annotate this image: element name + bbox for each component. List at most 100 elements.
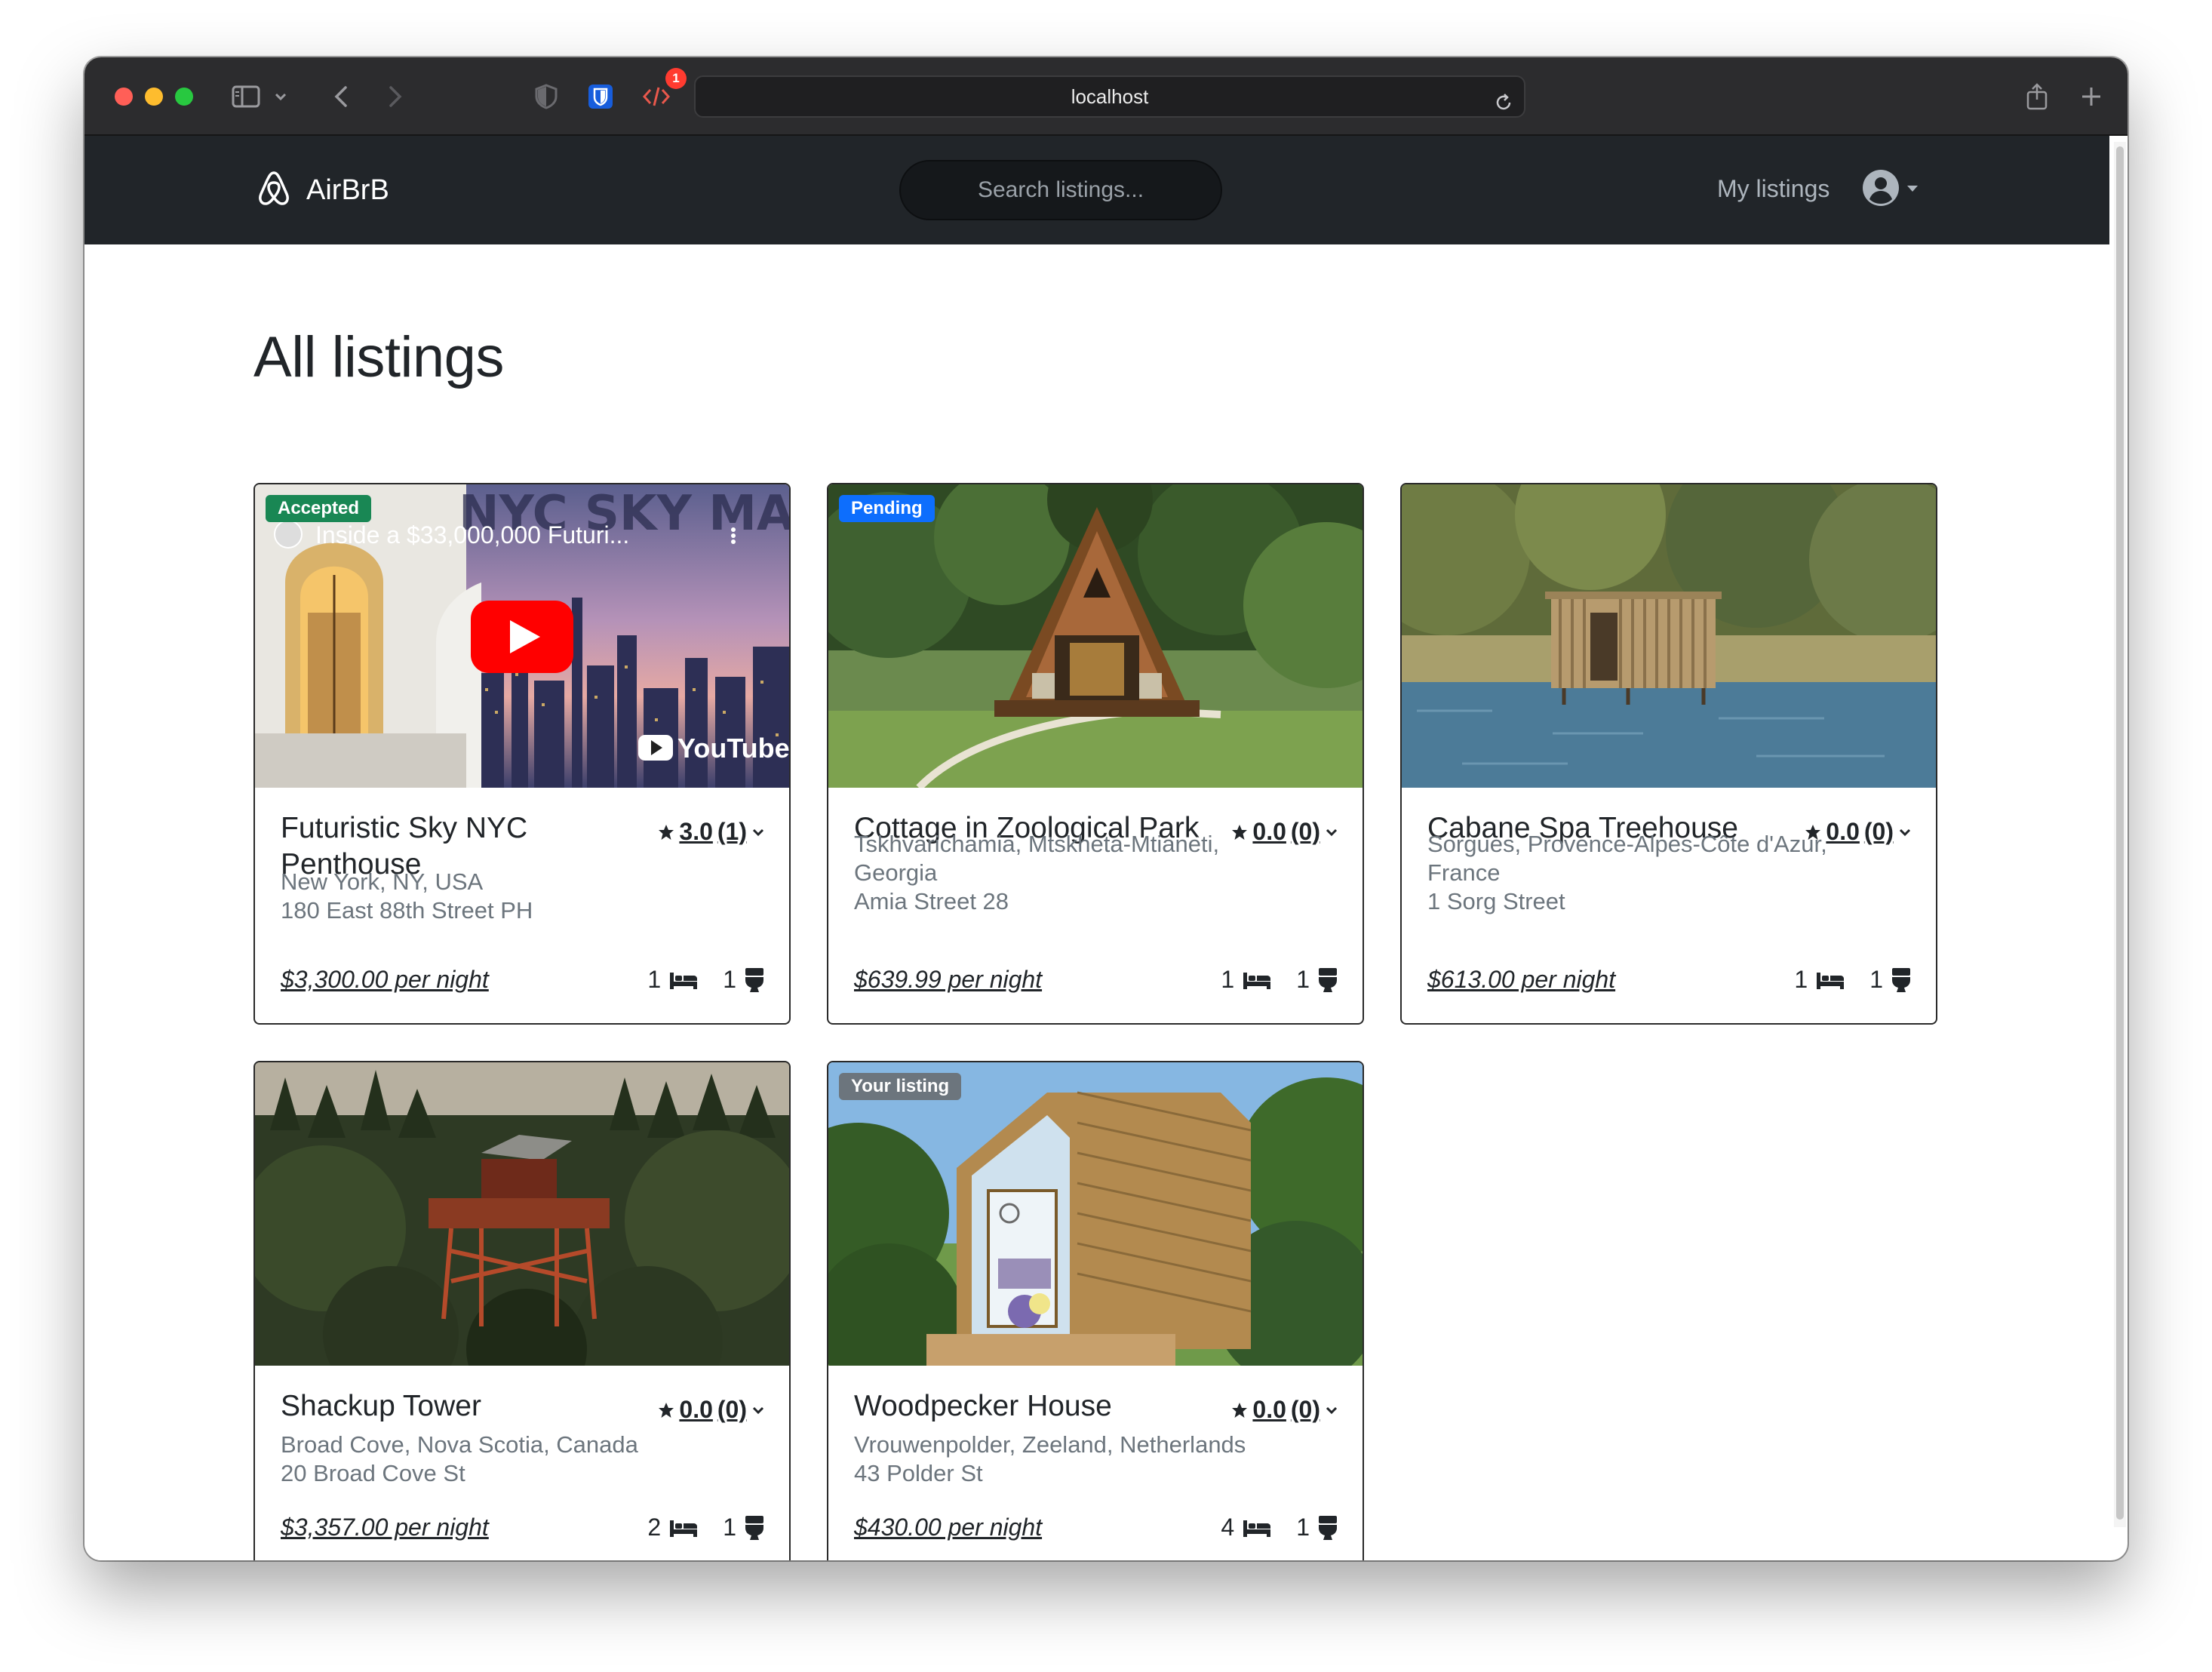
beds-count: 1 — [1221, 966, 1235, 993]
listing-thumbnail[interactable] — [255, 1062, 789, 1366]
rating-value: 0.0 — [679, 1396, 713, 1423]
address-bar[interactable]: localhost — [694, 75, 1525, 118]
listing-title: Woodpecker House — [854, 1390, 1112, 1422]
listing-title: Shackup Tower — [281, 1390, 481, 1422]
forward-arrow-icon[interactable] — [380, 80, 410, 113]
chevron-down-icon — [1899, 828, 1911, 836]
search-input[interactable] — [899, 160, 1222, 220]
listing-card[interactable]: Your listing Woodpecker House 0.0 (0) Vr… — [827, 1061, 1364, 1560]
rating-value: 0.0 — [1252, 1396, 1286, 1423]
privacy-shield-icon[interactable] — [531, 80, 561, 113]
scrollbar-thumb[interactable] — [2116, 146, 2124, 1520]
share-icon[interactable] — [2022, 80, 2052, 113]
zoom-window-button[interactable] — [175, 88, 193, 106]
card-body: Cottage in Zoological Park 0.0 (0) Tskhv… — [854, 788, 1338, 1023]
rating-dropdown[interactable]: 0.0 (0) — [1231, 1396, 1338, 1424]
chevron-down-icon — [1326, 828, 1338, 836]
beds-count: 2 — [647, 1514, 662, 1541]
review-count: (1) — [717, 818, 747, 845]
baths-count: 1 — [723, 966, 736, 993]
back-arrow-icon[interactable] — [326, 80, 356, 113]
card-body: Shackup Tower 0.0 (0) Broad Cove, Nova S… — [281, 1366, 765, 1560]
star-icon — [1232, 824, 1248, 840]
status-badge: Pending — [839, 495, 935, 522]
rating-dropdown[interactable]: 3.0 (1) — [658, 818, 765, 846]
card-body: Futuristic Sky NYC Penthouse 3.0 (1) New… — [281, 788, 765, 1023]
reload-icon[interactable] — [1494, 86, 1513, 125]
browser-window: 1 localhost AirBrB My listings — [84, 57, 2128, 1560]
listing-thumbnail[interactable]: Pending — [828, 484, 1363, 788]
listing-location: Tskhvarichamia, Mtskheta-Mtianeti, — [854, 831, 1220, 857]
page-scrollbar[interactable] — [2114, 142, 2126, 1527]
listing-price[interactable]: $3,300.00 per night — [281, 966, 489, 994]
toilet-icon — [745, 967, 763, 992]
baths-count: 1 — [1296, 1514, 1310, 1541]
beds-count: 4 — [1221, 1514, 1235, 1541]
listing-card[interactable]: NYC SKY MANSION Inside a $33,000,000 Fut… — [253, 483, 791, 1025]
baths-count: 1 — [1869, 966, 1883, 993]
listing-thumbnail[interactable]: Your listing — [828, 1062, 1363, 1366]
status-badge: Your listing — [839, 1073, 962, 1100]
listing-price[interactable]: $3,357.00 per night — [281, 1514, 489, 1541]
bed-icon — [670, 1520, 698, 1537]
chevron-down-icon — [752, 828, 764, 836]
toilet-icon — [745, 1515, 763, 1540]
brand-link[interactable]: AirBrB — [253, 169, 389, 211]
listing-price[interactable]: $430.00 per night — [854, 1514, 1042, 1541]
new-tab-icon[interactable] — [2076, 80, 2106, 113]
review-count: (0) — [717, 1396, 747, 1423]
rating-value: 0.0 — [1826, 818, 1860, 845]
card-body: Cabane Spa Treehouse 0.0 (0) Sorgues, Pr… — [1427, 788, 1912, 1023]
listing-street: 180 East 88th Street PH — [281, 897, 533, 924]
listing-location: Vrouwenpolder, Zeeland, Netherlands — [854, 1431, 1246, 1458]
listing-facilities: 2 1 — [647, 1514, 765, 1541]
toilet-icon — [1892, 967, 1910, 992]
status-badge: Accepted — [266, 495, 372, 522]
chevron-down-icon — [1906, 183, 1919, 197]
page-title: All listings — [253, 325, 504, 389]
listing-card[interactable]: Pending Cottage in Zoological Park 0.0 (… — [827, 483, 1364, 1025]
review-count: (0) — [1863, 818, 1894, 845]
user-circle-icon — [1862, 169, 1900, 211]
listing-video-thumbnail[interactable]: NYC SKY MANSION Inside a $33,000,000 Fut… — [255, 484, 789, 788]
minimize-window-button[interactable] — [145, 88, 163, 106]
listing-location: New York, NY, USA — [281, 868, 484, 895]
url-text: localhost — [1071, 85, 1149, 108]
rating-dropdown[interactable]: 0.0 (0) — [1231, 818, 1338, 846]
star-icon — [659, 824, 674, 840]
sidebar-icon[interactable] — [231, 80, 261, 113]
chevron-down-icon[interactable] — [272, 80, 290, 113]
bed-icon — [1243, 972, 1271, 989]
baths-count: 1 — [1296, 966, 1310, 993]
baths-count: 1 — [723, 1514, 736, 1541]
toilet-icon — [1319, 1515, 1337, 1540]
bed-icon — [670, 972, 698, 989]
listing-card[interactable]: Shackup Tower 0.0 (0) Broad Cove, Nova S… — [253, 1061, 791, 1560]
video-title: Inside a $33,000,000 Futuri... — [315, 521, 629, 549]
page-content: AirBrB My listings All listings — [84, 136, 2109, 1560]
listing-street: Amia Street 28 — [854, 888, 1009, 914]
star-icon — [659, 1402, 674, 1418]
listing-location-country: Georgia — [854, 859, 938, 886]
bed-icon — [1817, 972, 1845, 989]
star-icon — [1232, 1402, 1248, 1418]
rating-dropdown[interactable]: 0.0 (0) — [658, 1396, 765, 1424]
listing-price[interactable]: $613.00 per night — [1427, 966, 1615, 994]
listing-street: 43 Polder St — [854, 1460, 983, 1486]
listing-facilities: 4 1 — [1221, 1514, 1338, 1541]
account-menu-toggle[interactable] — [1862, 169, 1919, 211]
my-listings-link[interactable]: My listings — [1717, 175, 1830, 203]
listing-card[interactable]: Cabane Spa Treehouse 0.0 (0) Sorgues, Pr… — [1400, 483, 1937, 1025]
devtools-badge: 1 — [665, 68, 687, 89]
review-count: (0) — [1290, 818, 1320, 845]
bitwarden-extension-icon[interactable] — [585, 80, 616, 113]
listing-thumbnail[interactable] — [1402, 484, 1936, 788]
youtube-wordmark: YouTube — [677, 733, 789, 764]
close-window-button[interactable] — [115, 88, 133, 106]
airbnb-logo-icon — [253, 168, 294, 213]
listing-location-country: France — [1427, 859, 1501, 886]
listing-price[interactable]: $639.99 per night — [854, 966, 1042, 994]
listing-street: 20 Broad Cove St — [281, 1460, 465, 1486]
listing-location: Broad Cove, Nova Scotia, Canada — [281, 1431, 638, 1458]
top-navbar: AirBrB My listings — [84, 136, 2109, 244]
